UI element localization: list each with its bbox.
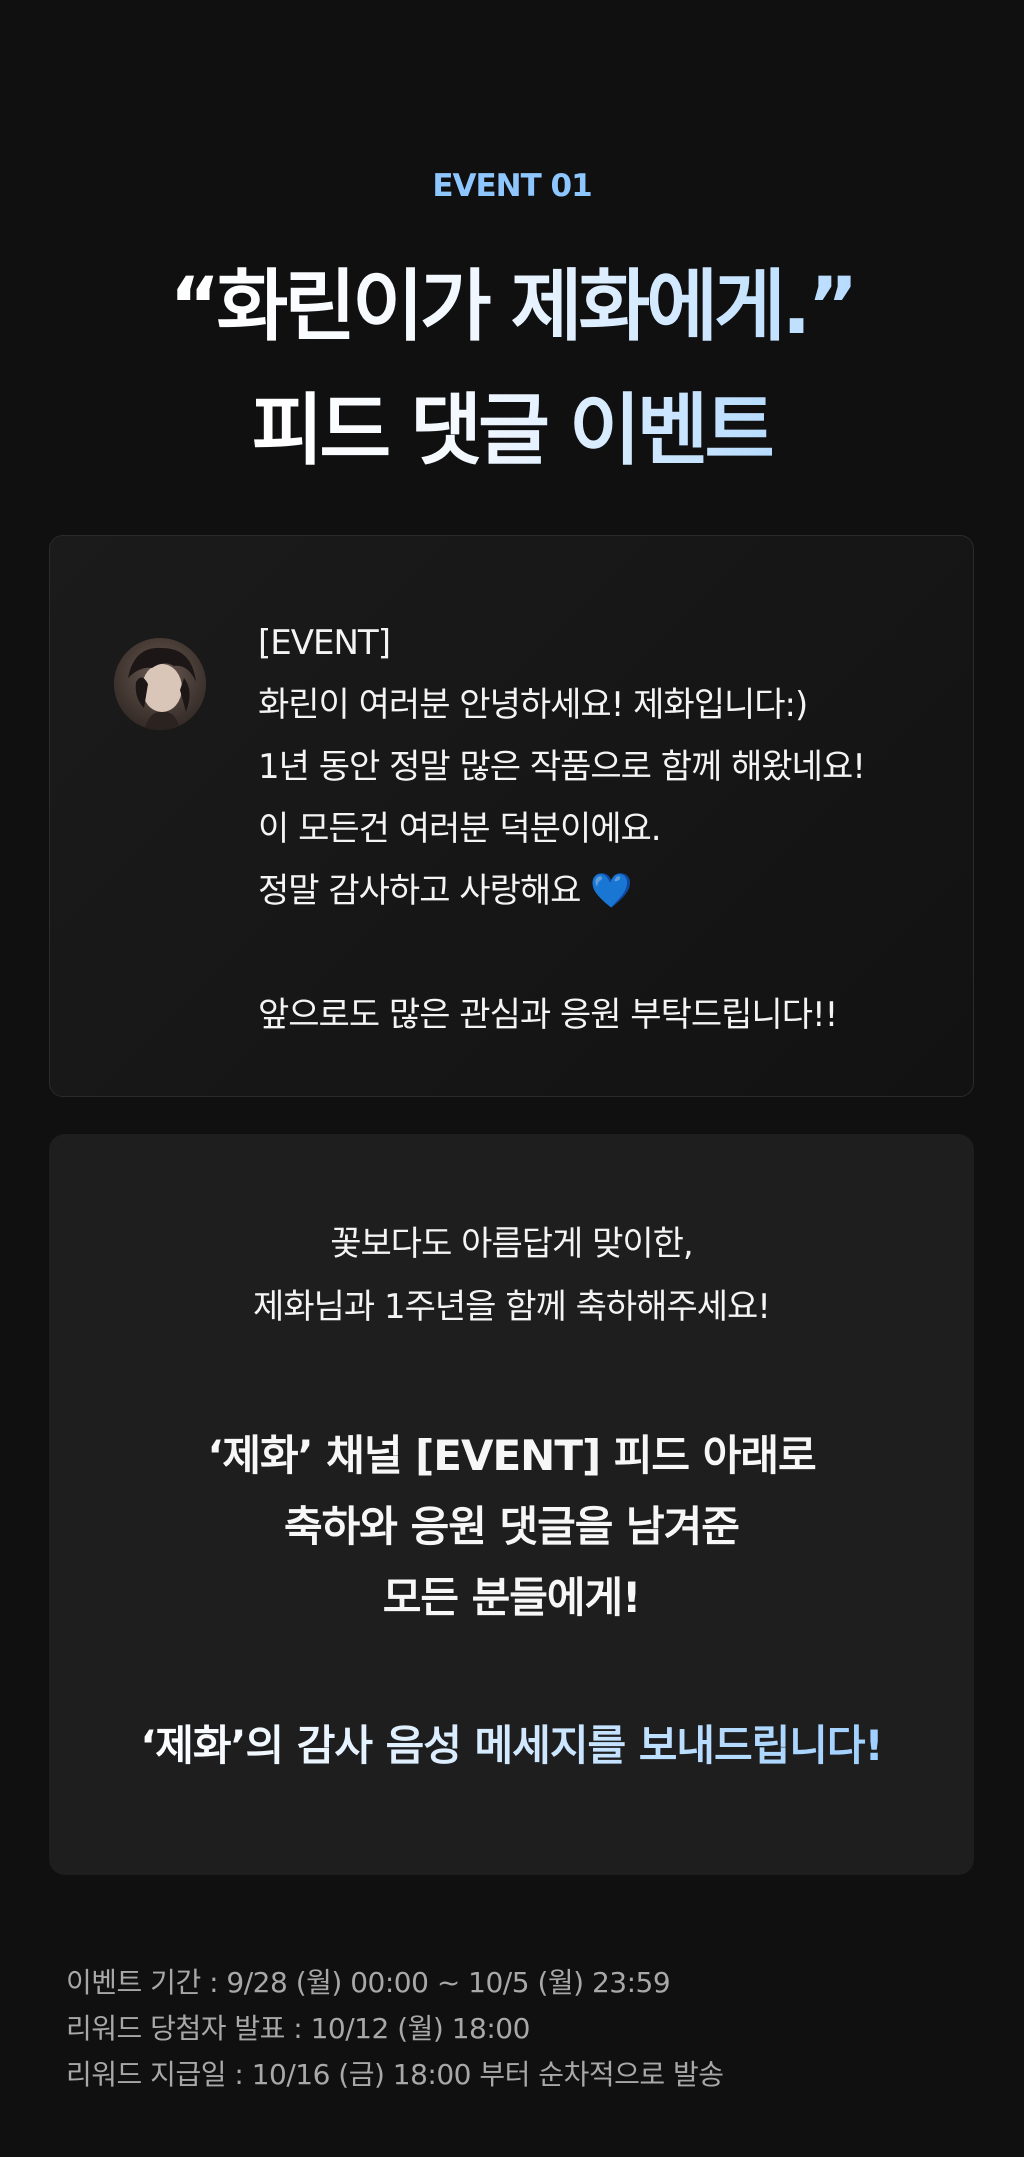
headline-line-2: 피드 댓글 이벤트: [251, 386, 777, 476]
instruction-line-1: ‘제화’ 채널 [EVENT] 피드 아래로: [207, 1431, 816, 1480]
winner-announcement: 리워드 당첨자 발표 : 10/12 (월) 18:00: [66, 2012, 530, 2045]
event-info: 이벤트 기간 : 9/28 (월) 00:00 ~ 10/5 (월) 23:59…: [66, 1960, 724, 2098]
event-period: 이벤트 기간 : 9/28 (월) 00:00 ~ 10/5 (월) 23:59: [66, 1966, 671, 1999]
message-line: 화린이 여러분 안녕하세요! 제화입니다:): [258, 685, 808, 725]
event-label: EVENT 01: [432, 168, 592, 204]
blue-heart-icon: 💙: [590, 871, 632, 911]
headline-line-1: “화린이가 제화에게.”: [169, 262, 858, 352]
message-text: [EVENT] 화린이 여러분 안녕하세요! 제화입니다:) 1년 동안 정말 …: [258, 612, 938, 1046]
avatar-portrait-icon: [114, 638, 206, 730]
instruction-line-2: 축하와 응원 댓글을 남겨준: [284, 1502, 740, 1551]
reward-line: ‘제화’의 감사 음성 메세지를 보내드립니다!: [140, 1721, 883, 1770]
message-line: 앞으로도 많은 관심과 응원 부탁드립니다!!: [258, 995, 838, 1035]
intro-line-2: 제화님과 1주년을 함께 축하해주세요!: [253, 1287, 771, 1327]
event-details-card: 꽃보다도 아름답게 맞이한, 제화님과 1주년을 함께 축하해주세요! ‘제화’…: [49, 1134, 974, 1875]
message-line: 정말 감사하고 사랑해요 💙: [258, 871, 633, 911]
message-line: 이 모든건 여러분 덕분이에요.: [258, 809, 662, 849]
instruction-line-3: 모든 분들에게!: [382, 1573, 642, 1622]
avatar: [114, 638, 206, 730]
reward-payout-date: 리워드 지급일 : 10/16 (금) 18:00 부터 순차적으로 발송: [66, 2058, 724, 2091]
message-line: 1년 동안 정말 많은 작품으로 함께 해왔네요!: [258, 747, 866, 787]
intro-line-1: 꽃보다도 아름답게 맞이한,: [330, 1224, 694, 1264]
message-card: [EVENT] 화린이 여러분 안녕하세요! 제화입니다:) 1년 동안 정말 …: [49, 535, 974, 1097]
message-line: [EVENT]: [258, 623, 391, 663]
